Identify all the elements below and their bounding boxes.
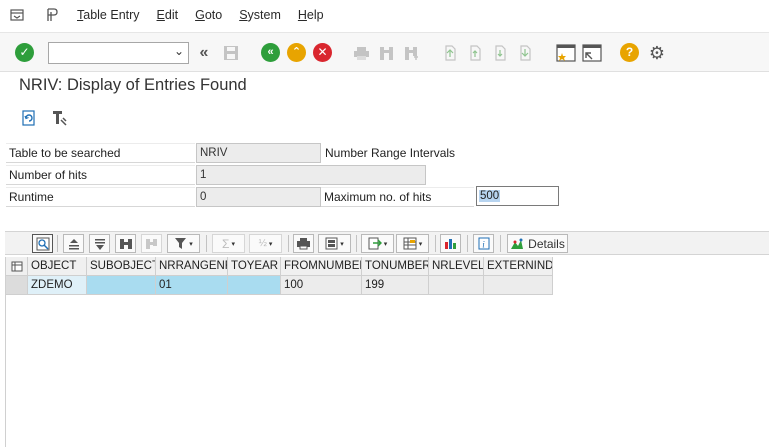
max-hits-label: Maximum no. of hits <box>321 187 474 207</box>
first-page-icon <box>440 43 460 63</box>
table-row-cell-tonumber[interactable]: 199 <box>362 276 429 295</box>
menu-edit[interactable]: Edit <box>157 8 179 22</box>
max-hits-input[interactable]: 500 <box>476 186 559 206</box>
enter-check-icon[interactable]: ✓ <box>15 43 34 62</box>
table-row-cell-externind[interactable] <box>484 276 553 295</box>
col-header-fromnumber[interactable]: FROMNUMBER <box>281 257 362 276</box>
total-button: Σ ▾ <box>212 234 245 253</box>
col-header-nrlevel[interactable]: NRLEVEL <box>429 257 484 276</box>
chevron-down-icon: ▾ <box>268 240 273 248</box>
select-all-icon[interactable] <box>6 257 28 276</box>
row-selector[interactable] <box>6 276 28 295</box>
create-session-icon[interactable] <box>555 42 577 64</box>
col-header-toyear[interactable]: TOYEAR <box>228 257 281 276</box>
graphic-icon[interactable] <box>440 234 461 253</box>
runtime-label: Runtime <box>6 187 195 207</box>
col-header-object[interactable]: OBJECT <box>28 257 87 276</box>
page-title: NRIV: Display of Entries Found <box>19 76 247 94</box>
print-icon <box>351 43 371 63</box>
sort-descending-icon[interactable] <box>89 234 110 253</box>
col-header-externind[interactable]: EXTERNIND <box>484 257 553 276</box>
hits-label: Number of hits <box>6 165 195 185</box>
export-button[interactable]: ▾ <box>361 234 394 253</box>
last-page-icon <box>515 43 535 63</box>
table-label: Table to be searched <box>6 143 195 163</box>
find-next-icon <box>401 43 421 63</box>
menu-help[interactable]: Help <box>298 8 324 22</box>
subtotal-icon: ½ <box>258 238 267 249</box>
table-row-cell-subobject[interactable] <box>87 276 156 295</box>
menu-table-entry[interactable]: Table Entry <box>77 8 140 22</box>
info-icon[interactable]: i <box>473 234 494 253</box>
sort-ascending-icon[interactable] <box>63 234 84 253</box>
alv-toolbar: ▾ Σ ▾ ½ ▾ ▾ ▾ ▾ i Details <box>5 231 769 255</box>
find-next-icon <box>141 234 162 253</box>
details-view-icon[interactable] <box>32 234 53 253</box>
table-row-cell-toyear[interactable] <box>228 276 281 295</box>
customize-layout-icon[interactable] <box>44 7 60 23</box>
chevron-down-icon: ▾ <box>383 240 388 248</box>
runtime-field: 0 <box>196 187 321 207</box>
table-field: NRIV <box>196 143 321 163</box>
command-input[interactable] <box>49 43 169 63</box>
table-row-cell-nrrangenr[interactable]: 01 <box>156 276 228 295</box>
previous-page-icon <box>465 43 485 63</box>
col-header-tonumber[interactable]: TONUMBER <box>362 257 429 276</box>
subtotal-button: ½ ▾ <box>249 234 282 253</box>
col-header-nrrangenr[interactable]: NRRANGENR <box>156 257 228 276</box>
col-header-subobject[interactable]: SUBOBJECT <box>87 257 156 276</box>
max-hits-value: 500 <box>479 190 501 202</box>
menu-toggle-icon[interactable] <box>9 7 25 23</box>
gear-icon[interactable]: ⚙ <box>646 42 668 64</box>
chevron-down-icon: ▾ <box>418 240 423 248</box>
table-row-cell-fromnumber[interactable]: 100 <box>281 276 362 295</box>
standard-toolbar: ✓ ⌄ « « ⌃ ✕ ? ⚙ <box>0 32 769 72</box>
chevron-down-icon[interactable]: ⌄ <box>174 44 184 58</box>
print-preview-icon[interactable] <box>293 234 314 253</box>
save-icon <box>221 43 241 63</box>
table-row-cell-nrlevel[interactable] <box>429 276 484 295</box>
chevron-down-icon: ▾ <box>189 240 193 248</box>
exit-icon[interactable]: ⌃ <box>287 43 306 62</box>
hits-field: 1 <box>196 165 426 185</box>
details-chart-icon <box>511 238 524 249</box>
sigma-icon: Σ <box>222 236 230 251</box>
application-toolbar <box>0 104 769 130</box>
next-page-icon <box>490 43 510 63</box>
chevron-down-icon: ▾ <box>231 240 235 248</box>
find-icon <box>376 43 396 63</box>
tools-icon[interactable] <box>48 107 70 128</box>
table-row-cell-object[interactable]: ZDEMO <box>28 276 87 295</box>
details-button[interactable]: Details <box>507 234 568 253</box>
refresh-icon[interactable] <box>18 107 40 128</box>
cancel-icon[interactable]: ✕ <box>313 43 332 62</box>
back-icon[interactable]: « <box>261 43 280 62</box>
menu-goto[interactable]: Goto <box>195 8 222 22</box>
command-field[interactable]: ⌄ <box>48 42 189 64</box>
collapse-command-icon[interactable]: « <box>195 43 213 63</box>
layout-button[interactable]: ▾ <box>396 234 429 253</box>
results-grid: OBJECT SUBOBJECT NRRANGENR TOYEAR FROMNU… <box>5 257 769 447</box>
help-icon[interactable]: ? <box>620 43 639 62</box>
views-button[interactable]: ▾ <box>318 234 351 253</box>
chevron-down-icon: ▾ <box>340 240 344 248</box>
details-label: Details <box>528 236 565 251</box>
table-description: Number Range Intervals <box>325 146 456 160</box>
generate-shortcut-icon[interactable] <box>581 42 603 64</box>
menu-system[interactable]: System <box>239 8 281 22</box>
find-icon[interactable] <box>115 234 136 253</box>
menu-bar: Table Entry Edit Goto System Help <box>0 0 769 32</box>
filter-button[interactable]: ▾ <box>167 234 200 253</box>
